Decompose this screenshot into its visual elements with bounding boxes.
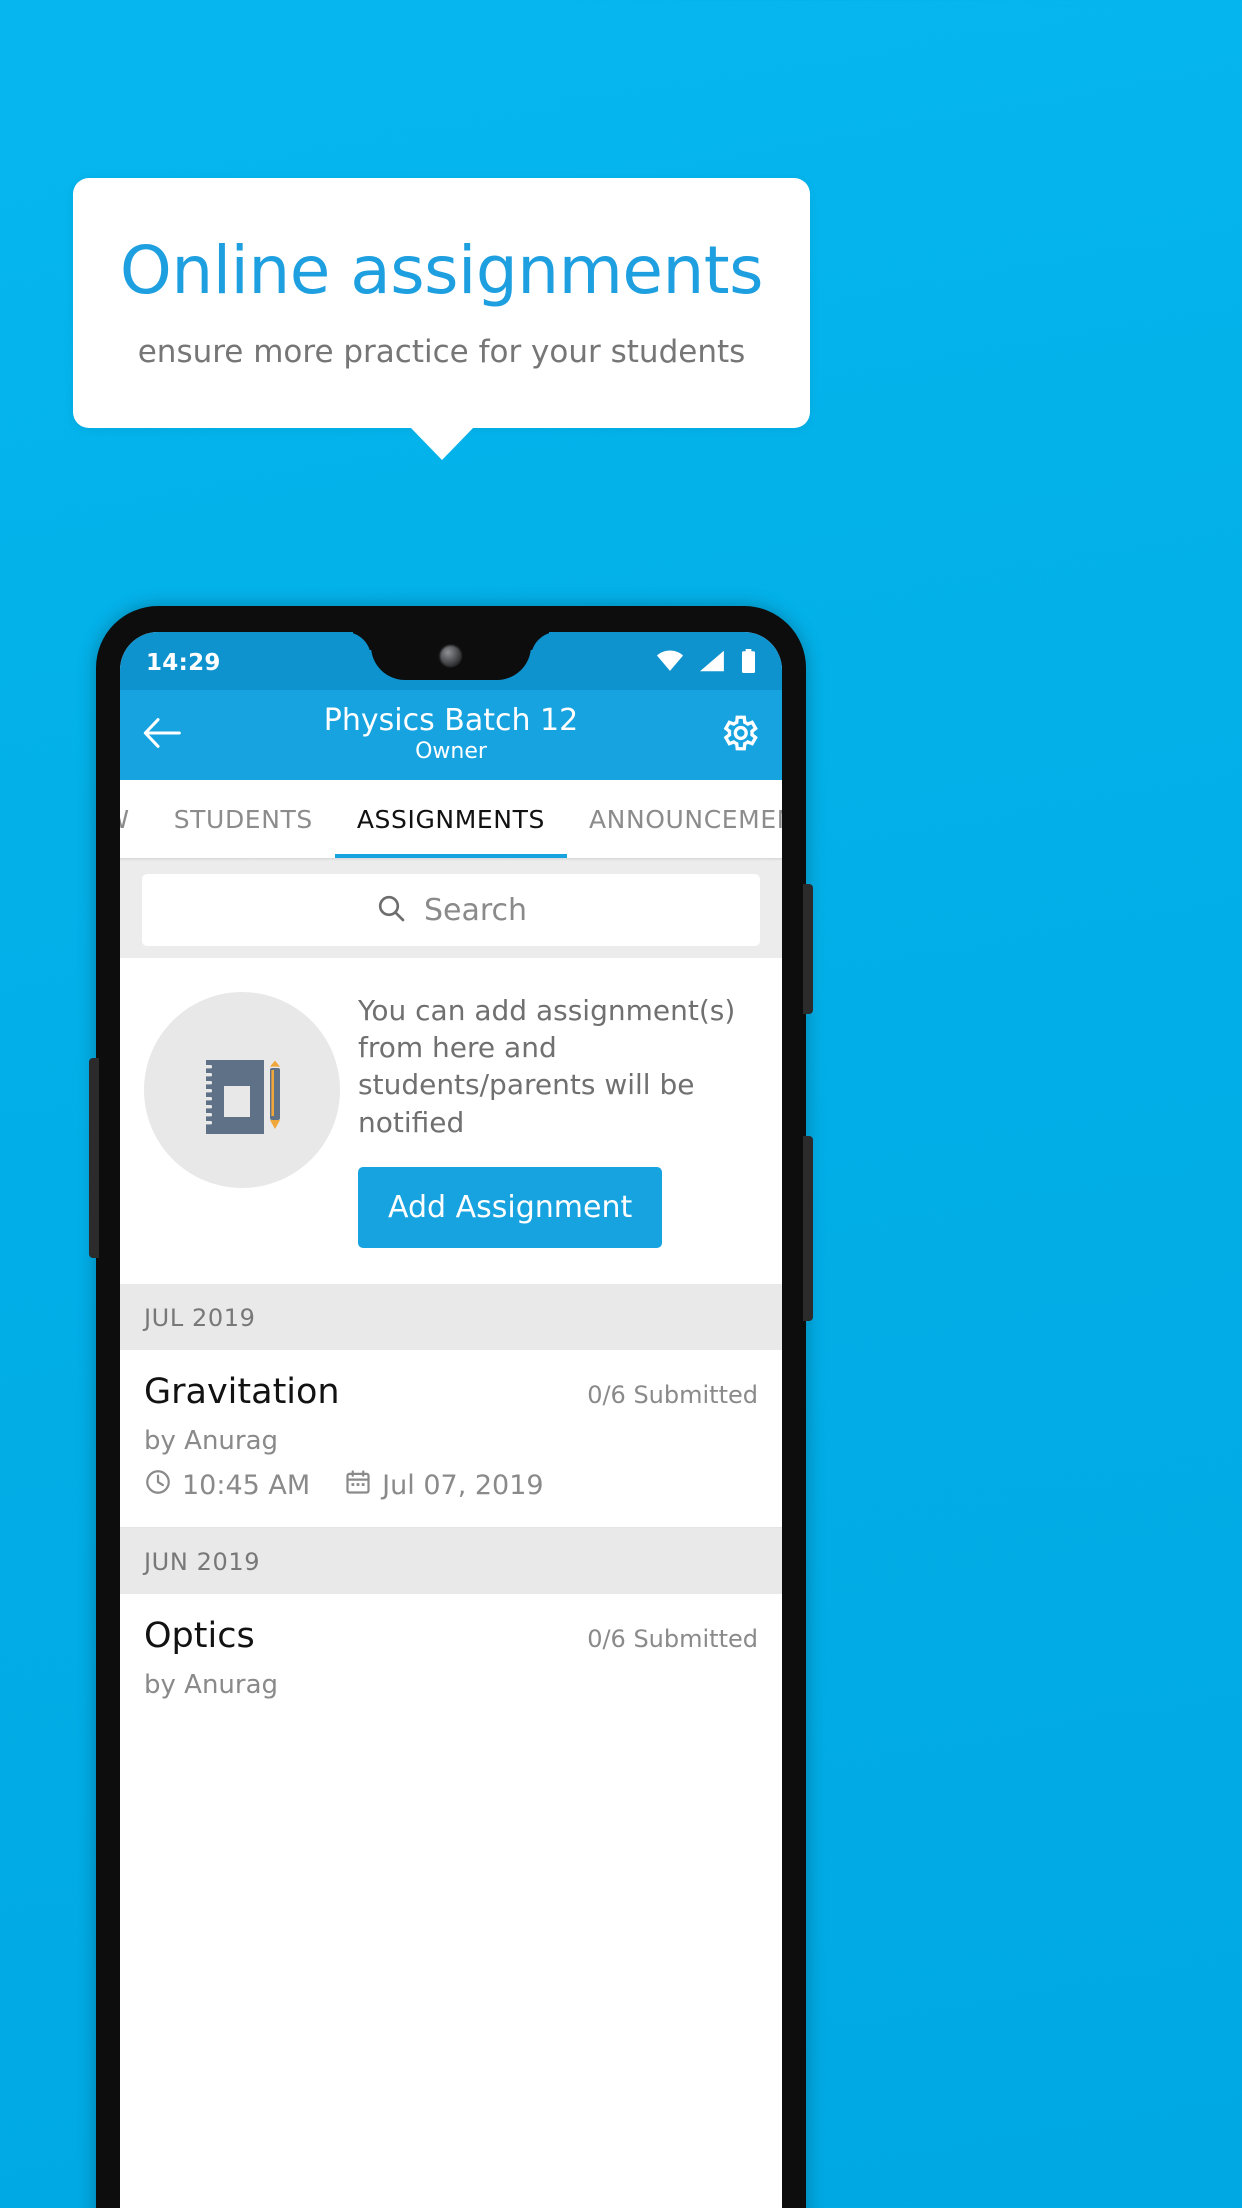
search-icon xyxy=(375,892,407,928)
assignment-author: by Anurag xyxy=(144,1669,279,1700)
promo-callout-card: Online assignments ensure more practice … xyxy=(73,178,810,428)
wifi-icon xyxy=(656,650,684,676)
phone-power-button[interactable] xyxy=(803,1136,813,1321)
callout-title: Online assignments xyxy=(119,232,764,310)
phone-left-button[interactable] xyxy=(89,1058,99,1258)
add-assignment-promo: You can add assignment(s) from here and … xyxy=(120,958,782,1284)
status-bar: 14:29 xyxy=(120,632,782,690)
month-header-jul: JUL 2019 xyxy=(120,1283,782,1350)
promo-text: You can add assignment(s) from here and … xyxy=(358,994,736,1139)
phone-screen: 14:29 Physics Batch 12 Owner STUDENTS AS… xyxy=(120,632,782,2208)
status-badge: 0/6 Submitted xyxy=(587,1624,758,1653)
month-header-jun: JUN 2019 xyxy=(120,1527,782,1594)
battery-icon xyxy=(741,649,756,677)
phone-mockup: 14:29 Physics Batch 12 Owner STUDENTS AS… xyxy=(89,606,813,2208)
assignment-author: by Anurag xyxy=(144,1425,279,1456)
clock-icon xyxy=(144,1468,172,1503)
callout-subtitle: ensure more practice for your students xyxy=(137,333,746,370)
front-camera-icon xyxy=(438,644,464,669)
app-bar: Physics Batch 12 Owner xyxy=(120,690,782,780)
page-title: Physics Batch 12 xyxy=(323,702,579,738)
table-row[interactable]: Optics 0/6 Submitted by Anurag xyxy=(120,1593,782,1724)
assignment-date: Jul 07, 2019 xyxy=(382,1469,544,1501)
assignment-time: 10:45 AM xyxy=(182,1469,311,1501)
app-bar-titles: Physics Batch 12 Owner xyxy=(120,704,782,766)
assignment-title: Gravitation xyxy=(144,1371,340,1412)
status-time: 14:29 xyxy=(146,650,221,676)
assignment-meta: 10:45 AM Jul 07, 2019 xyxy=(144,1468,758,1503)
tab-overview[interactable]: IEW xyxy=(120,780,152,858)
assignment-title: Optics xyxy=(144,1615,255,1656)
calendar-icon xyxy=(344,1468,372,1503)
search-input[interactable]: Search xyxy=(142,874,760,946)
tab-announcements[interactable]: ANNOUNCEMENTS xyxy=(567,780,782,858)
tab-assignments[interactable]: ASSIGNMENTS xyxy=(335,780,567,858)
table-row[interactable]: Gravitation 0/6 Submitted by Anurag 10:4… xyxy=(120,1349,782,1527)
search-placeholder: Search xyxy=(423,892,528,928)
page-subtitle: Owner xyxy=(415,738,487,764)
row-header: Gravitation 0/6 Submitted xyxy=(144,1372,758,1412)
row-header: Optics 0/6 Submitted xyxy=(144,1616,758,1656)
tab-bar: IEW STUDENTS ASSIGNMENTS ANNOUNCEMENTS xyxy=(120,780,782,858)
notebook-and-pen-icon xyxy=(144,992,340,1188)
tab-active-indicator xyxy=(335,854,567,858)
status-badge: 0/6 Submitted xyxy=(587,1380,758,1409)
callout-tail xyxy=(410,427,474,460)
promo-content: You can add assignment(s) from here and … xyxy=(358,986,758,1248)
add-assignment-button[interactable]: Add Assignment xyxy=(358,1166,663,1248)
cell-signal-icon xyxy=(700,650,725,676)
tab-students[interactable]: STUDENTS xyxy=(152,780,335,858)
phone-volume-button[interactable] xyxy=(803,884,813,1014)
status-icons xyxy=(656,649,756,677)
search-bar-container: Search xyxy=(120,863,782,958)
gear-icon[interactable] xyxy=(718,712,760,758)
back-arrow-icon[interactable] xyxy=(142,716,182,754)
